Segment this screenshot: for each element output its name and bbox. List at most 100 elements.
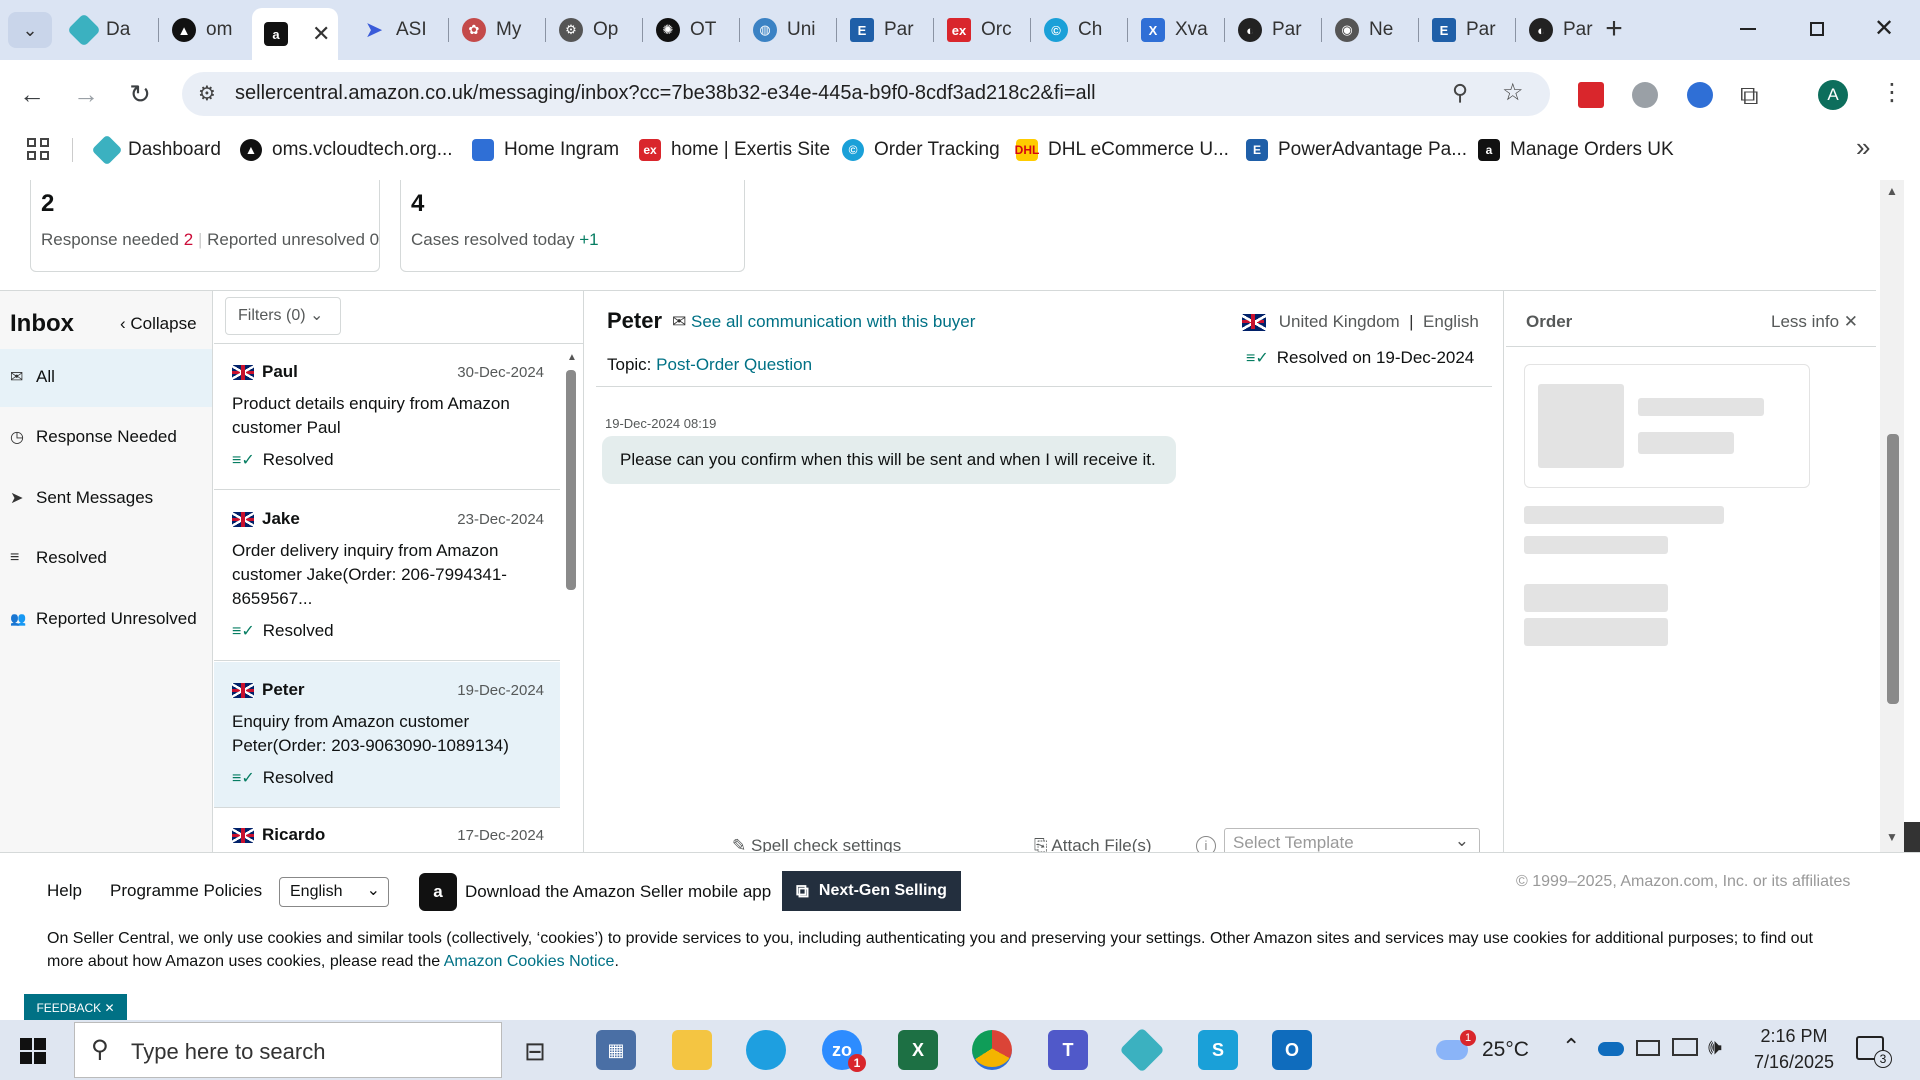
bookmark-exertis[interactable]: ex home | Exertis Site xyxy=(639,136,830,164)
restore-button[interactable] xyxy=(1797,14,1837,44)
network-icon[interactable] xyxy=(1672,1038,1698,1056)
browser-tab[interactable]: ✺ OT xyxy=(644,8,739,52)
nav-item-resolved[interactable]: ≡ Resolved xyxy=(10,548,107,568)
bookmark-star-icon[interactable]: ☆ xyxy=(1502,78,1524,107)
browser-tab[interactable]: E Par xyxy=(1420,8,1515,52)
attach-files-button[interactable]: ⎘ Attach File(s) xyxy=(1034,836,1152,852)
bookmark-oms[interactable]: ▲ oms.vcloudtech.org... xyxy=(240,136,453,164)
stat-count-green: +1 xyxy=(579,230,599,249)
site-settings-icon[interactable]: ⚙ xyxy=(198,81,216,106)
bookmark-order-tracking[interactable]: © Order Tracking xyxy=(842,136,1000,164)
message-list-item[interactable]: Paul 30-Dec-2024 Product details enquiry… xyxy=(214,344,560,490)
tab-search-button[interactable]: ⌄ xyxy=(8,12,52,48)
tab-title: Da xyxy=(106,19,131,40)
browser-tab[interactable]: ▲ om xyxy=(160,8,250,52)
zoom-icon[interactable]: ⚲ xyxy=(1452,80,1468,106)
filters-button[interactable]: Filters (0) ⌄ xyxy=(225,297,341,335)
nav-item-reported-unresolved[interactable]: 👥 Reported Unresolved xyxy=(10,609,197,629)
task-view-icon[interactable]: ⊟ xyxy=(524,1036,546,1067)
app-icon[interactable] xyxy=(1119,1027,1165,1073)
app-s-icon[interactable]: S xyxy=(1198,1030,1238,1070)
message-list-item[interactable]: Jake 23-Dec-2024 Order delivery inquiry … xyxy=(214,491,560,661)
calculator-icon[interactable]: ▦ xyxy=(596,1030,636,1070)
outlook-icon[interactable]: O xyxy=(1272,1030,1312,1070)
nav-item-sent-messages[interactable]: ➤ Sent Messages xyxy=(10,488,153,508)
nav-item-response-needed[interactable]: ◷ Response Needed xyxy=(10,427,177,447)
teams-icon[interactable]: T xyxy=(1048,1030,1088,1070)
excel-icon[interactable]: X xyxy=(898,1030,938,1070)
pdf-extension-icon[interactable] xyxy=(1578,82,1604,108)
windows-start-button[interactable] xyxy=(20,1038,46,1064)
clock-date[interactable]: 7/16/2025 xyxy=(1748,1052,1840,1073)
taskbar-search-box[interactable]: ⚲ Type here to search xyxy=(74,1022,502,1078)
new-tab-button[interactable]: + xyxy=(1596,12,1632,48)
onedrive-icon[interactable] xyxy=(1598,1042,1624,1056)
url-text[interactable]: sellercentral.amazon.co.uk/messaging/inb… xyxy=(235,82,1096,105)
back-button[interactable]: ← xyxy=(14,76,50,112)
browser-tab[interactable]: ◉ Ne xyxy=(1323,8,1418,52)
users-icon: 👥 xyxy=(10,611,27,626)
browser-tab[interactable]: ex Orc xyxy=(935,8,1030,52)
bookmark-label: Manage Orders UK xyxy=(1510,139,1674,160)
chevron-up-icon[interactable]: ⌃ xyxy=(1562,1034,1580,1060)
feedback-button[interactable]: FEEDBACK ✕ xyxy=(24,994,127,1021)
browser-tab[interactable]: ✿ My xyxy=(450,8,545,52)
amazon-cookies-notice-link[interactable]: Amazon Cookies Notice xyxy=(444,953,615,970)
more-bookmarks-button[interactable]: » xyxy=(1856,132,1870,163)
bookmark-home-ingram[interactable]: Home Ingram xyxy=(472,136,619,164)
programme-policies-link[interactable]: Programme Policies xyxy=(110,881,262,901)
browser-tab[interactable]: X Xva xyxy=(1129,8,1224,52)
forward-button[interactable]: → xyxy=(68,76,104,112)
see-all-communication-link[interactable]: ✉ See all communication with this buyer xyxy=(672,312,975,332)
chrome-icon[interactable] xyxy=(972,1030,1012,1070)
browser-tab[interactable]: E Par xyxy=(838,8,933,52)
browser-tab[interactable]: ➤ ASI xyxy=(350,8,448,52)
notification-center-icon[interactable]: 3 xyxy=(1856,1036,1892,1068)
minimize-button[interactable] xyxy=(1728,14,1768,44)
profile-avatar[interactable]: A xyxy=(1818,80,1848,110)
weather-temp[interactable]: 25°C xyxy=(1482,1038,1529,1062)
globe-extension-icon[interactable] xyxy=(1632,82,1658,108)
browser-tab[interactable]: © Ch xyxy=(1032,8,1127,52)
language-select[interactable]: English ⌄ xyxy=(279,877,389,907)
browser-tab[interactable]: Da xyxy=(60,8,160,52)
message-list-item[interactable]: Ricardo 17-Dec-2024 xyxy=(214,809,560,852)
loading-skeleton xyxy=(1524,584,1668,612)
file-explorer-icon[interactable] xyxy=(672,1030,712,1070)
close-window-button[interactable]: ✕ xyxy=(1864,12,1904,46)
browser-tab[interactable]: ⚙ Op xyxy=(547,8,642,52)
browser-menu-icon[interactable]: ⋮ xyxy=(1880,78,1904,107)
edge-browser-icon[interactable] xyxy=(746,1030,786,1070)
address-bar[interactable]: ⚙ sellercentral.amazon.co.uk/messaging/i… xyxy=(182,72,1550,116)
bookmark-manage-orders[interactable]: a Manage Orders UK xyxy=(1478,136,1674,164)
volume-icon[interactable]: 🕪 xyxy=(1708,1034,1722,1060)
browser-tab[interactable]: ◍ Uni xyxy=(741,8,836,52)
stats-card-response[interactable]: 2 Response needed 2 | Reported unresolve… xyxy=(30,180,380,272)
help-link[interactable]: Help xyxy=(47,881,82,901)
next-gen-selling-button[interactable]: ⧉ Next-Gen Selling xyxy=(782,871,961,911)
mobile-app-link[interactable]: a Download the Amazon Seller mobile app xyxy=(419,873,771,911)
extensions-puzzle-icon[interactable]: ⧉ xyxy=(1740,80,1759,112)
reload-button[interactable]: ↻ xyxy=(122,76,158,112)
weather-icon[interactable]: 1 xyxy=(1436,1030,1476,1064)
clock-time[interactable]: 2:16 PM xyxy=(1754,1026,1834,1047)
info-icon[interactable]: i xyxy=(1196,836,1216,852)
message-list-item-selected[interactable]: Peter 19-Dec-2024 Enquiry from Amazon cu… xyxy=(214,662,560,808)
zoom-app-icon[interactable]: zo 1 xyxy=(822,1030,866,1072)
browser-tab[interactable]: ◐ Par xyxy=(1226,8,1321,52)
bookmark-dashboard[interactable]: Dashboard xyxy=(91,134,221,166)
less-info-button[interactable]: Less info ✕ xyxy=(1771,312,1858,332)
nav-item-all[interactable]: ✉ All xyxy=(10,367,55,387)
spell-check-settings-button[interactable]: ✎ Spell check settings xyxy=(732,836,901,852)
bookmark-dhl[interactable]: DHL DHL eCommerce U... xyxy=(1015,136,1229,164)
bookmark-poweradvantage[interactable]: E PowerAdvantage Pa... xyxy=(1246,136,1467,164)
stats-card-resolved[interactable]: 4 Cases resolved today +1 xyxy=(400,180,745,272)
message-list-scrollbar[interactable]: ▲ xyxy=(564,352,578,842)
select-template-dropdown[interactable]: Select Template ⌄ xyxy=(1224,828,1480,852)
battery-icon[interactable] xyxy=(1636,1040,1660,1056)
collapse-button[interactable]: ‹ Collapse xyxy=(120,314,197,334)
browser-tab-active[interactable]: a ✕ xyxy=(252,8,338,60)
close-tab-icon[interactable]: ✕ xyxy=(312,21,330,47)
extension-icon[interactable] xyxy=(1687,82,1713,108)
apps-grid-icon[interactable] xyxy=(27,138,49,160)
